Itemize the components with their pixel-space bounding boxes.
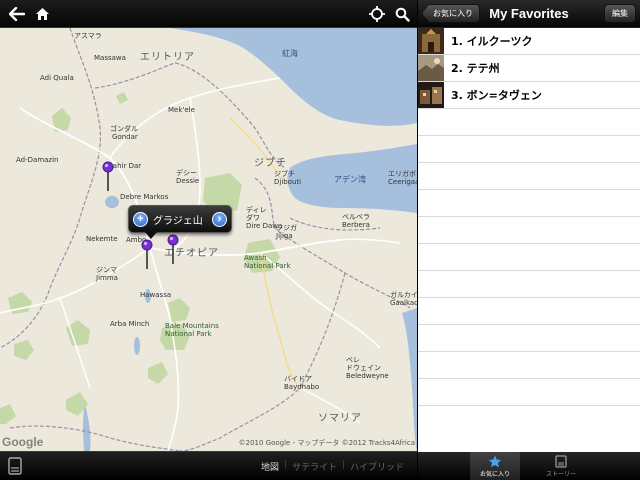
map-type-satellite[interactable]: サテライト [287, 460, 342, 473]
list-item-label: 2. テテ州 [451, 62, 500, 75]
town-photo-thumbnail [418, 82, 444, 108]
callout-title: グラジェ山 [153, 215, 203, 227]
pin-callout[interactable]: + グラジェ山 › [128, 205, 232, 239]
edit-button[interactable]: 編集 [604, 4, 636, 23]
tab-stories[interactable]: ストーリー [536, 452, 586, 480]
place-label: ベルベラ Berbera [342, 213, 370, 229]
park-label: Awash National Park [244, 254, 291, 270]
place-label: Ad-Damazin [16, 156, 59, 164]
list-item-label: 3. ボン=タヴェン [451, 89, 542, 102]
place-label: ガルカイヨ Gaalkacyo [390, 291, 417, 307]
empty-row [418, 217, 640, 244]
star-icon [488, 455, 502, 468]
list-item[interactable]: 1. イルクーツク [418, 28, 640, 55]
place-label: Massawa [94, 54, 126, 62]
favorites-panel: お気に入り My Favorites 編集 1. イルクーツク 2. テテ州 3… [417, 0, 640, 452]
map-toolbar [0, 0, 417, 28]
place-label: アスマラ [74, 32, 102, 40]
map-bottom-bar: 地図 | サテライト | ハイブリッド [0, 451, 417, 480]
country-label: エリトリア [140, 52, 195, 63]
empty-row [418, 163, 640, 190]
place-label: ゴンダル [110, 125, 138, 133]
empty-row [418, 298, 640, 325]
map-view[interactable]: アスマラ Massawa エリトリア Adi Quala Mek'ele ゴンダ… [0, 28, 417, 451]
tab-label: ストーリー [545, 471, 576, 478]
place-label: ジブチ Djibouti [274, 170, 302, 186]
sea-label: アデン湾 [334, 175, 366, 184]
empty-row [418, 352, 640, 379]
church-photo-thumbnail [418, 28, 444, 54]
place-label: Nekemte [86, 235, 118, 243]
empty-row [418, 190, 640, 217]
empty-row [418, 244, 640, 271]
place-label: Debre Markos [120, 193, 169, 201]
place-label: デシー Dessie [176, 169, 200, 185]
locate-button[interactable] [365, 3, 389, 25]
place-label: ジジガ Jijiga [276, 224, 297, 240]
plus-icon[interactable]: + [133, 211, 148, 227]
place-label: Gondar [112, 133, 138, 141]
crosshair-icon [369, 6, 385, 22]
empty-row [418, 136, 640, 163]
sea-label: 紅海 [282, 49, 298, 58]
google-logo: Google [2, 435, 44, 449]
map-type-selector: 地図 | サテライト | ハイブリッド [256, 460, 409, 473]
map-pin[interactable] [166, 234, 180, 266]
list-item[interactable]: 2. テテ州 [418, 55, 640, 82]
map-type-hybrid[interactable]: ハイブリッド [345, 460, 409, 473]
favorites-list: 1. イルクーツク 2. テテ州 3. ボン=タヴェン [418, 28, 640, 406]
place-label: ジンマ Jimma [96, 266, 118, 282]
arrow-left-icon [9, 7, 25, 21]
book-icon [555, 455, 567, 468]
tab-bar: お気に入り ストーリー [417, 452, 640, 480]
place-label: エリガボ Ceerigaabo [388, 170, 417, 186]
map-pin-selected[interactable] [140, 239, 154, 271]
list-item-label: 1. イルクーツク [451, 35, 533, 48]
country-label: ソマリア [318, 413, 362, 424]
empty-row [418, 271, 640, 298]
map-pin[interactable] [101, 161, 115, 193]
place-label: Mek'ele [168, 106, 195, 114]
home-button[interactable] [30, 3, 54, 25]
empty-row [418, 379, 640, 406]
back-button[interactable] [5, 3, 29, 25]
home-icon [35, 8, 49, 20]
landscape-photo-thumbnail [418, 55, 444, 81]
empty-row [418, 325, 640, 352]
place-label: バイドア Baydhabo [284, 375, 320, 391]
panel-header: お気に入り My Favorites 編集 [418, 0, 640, 28]
map-base [0, 28, 417, 451]
search-button[interactable] [390, 3, 414, 25]
country-label: ジブチ [254, 158, 287, 169]
tab-favorites[interactable]: お気に入り [470, 452, 520, 480]
search-icon [395, 7, 410, 22]
list-item[interactable]: 3. ボン=タヴェン [418, 82, 640, 109]
map-copyright: ©2010 Google - マップデータ ©2012 Tracks4Afric… [238, 439, 415, 447]
chevron-right-icon[interactable]: › [212, 211, 227, 227]
park-label: Bale Mountains National Park [165, 322, 219, 338]
place-label: Hawassa [140, 291, 172, 299]
place-label: Adi Quala [40, 74, 74, 82]
place-label: Arba Minch [110, 320, 150, 328]
page-curl-icon[interactable] [8, 457, 22, 475]
map-type-map[interactable]: 地図 [256, 460, 284, 473]
empty-row [418, 109, 640, 136]
place-label: ベレ ドウェイン Beledweyne [346, 356, 389, 380]
tab-label: お気に入り [479, 471, 510, 478]
